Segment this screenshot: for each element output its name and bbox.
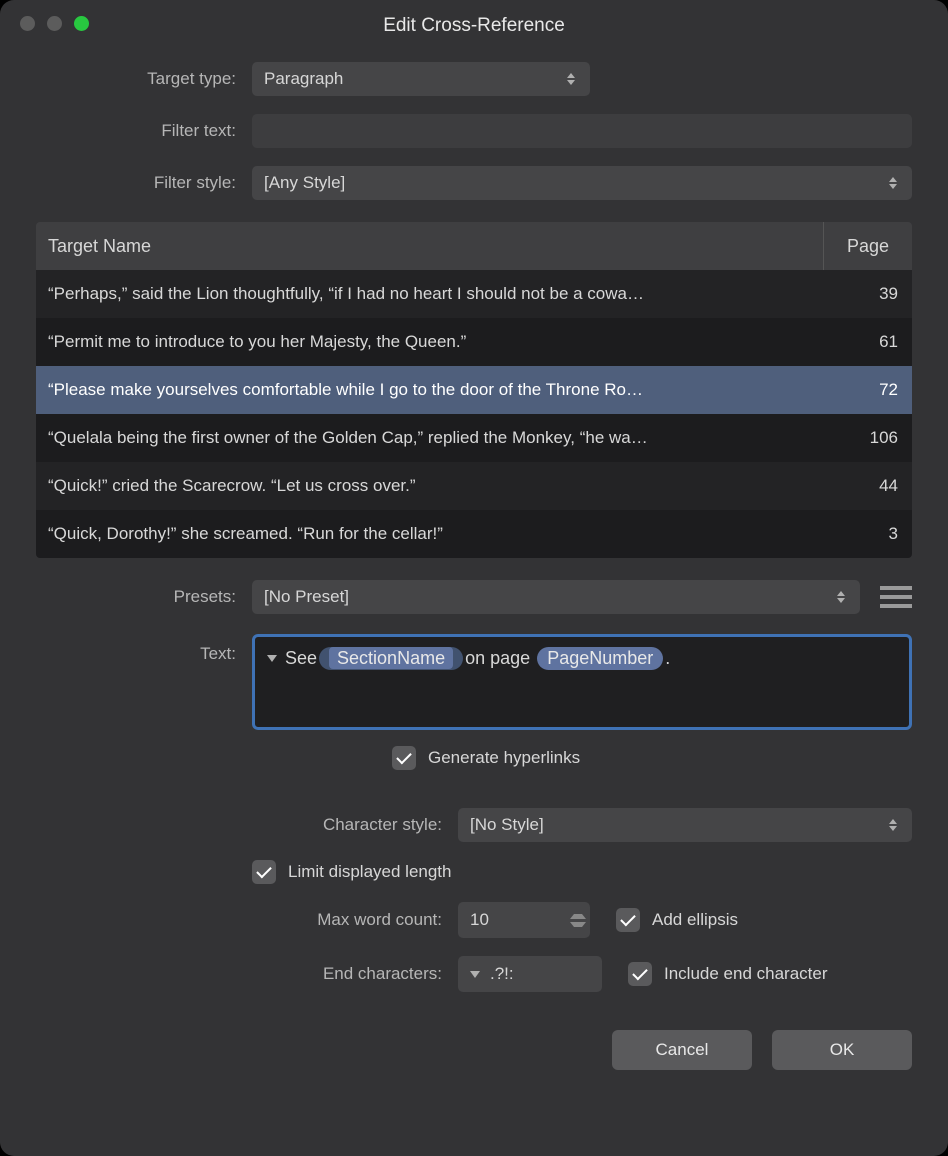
presets-menu-button[interactable] xyxy=(880,581,912,613)
text-template-content: SeeSectionNameon page PageNumber. xyxy=(285,647,670,670)
column-target-name[interactable]: Target Name xyxy=(36,236,823,257)
table-row[interactable]: “Perhaps,” said the Lion thoughtfully, “… xyxy=(36,270,912,318)
include-end-character-checkbox[interactable] xyxy=(628,962,652,986)
add-ellipsis-checkbox[interactable] xyxy=(616,908,640,932)
character-style-label: Character style: xyxy=(36,815,458,835)
table-header: Target Name Page xyxy=(36,222,912,270)
window-controls xyxy=(20,16,89,31)
max-word-count-value: 10 xyxy=(470,910,489,930)
target-type-value: Paragraph xyxy=(264,69,564,89)
zoom-window-icon[interactable] xyxy=(74,16,89,31)
chevron-down-icon[interactable] xyxy=(267,655,277,662)
page-number-token[interactable]: PageNumber xyxy=(537,647,663,670)
filter-style-value: [Any Style] xyxy=(264,173,886,193)
page-cell: 44 xyxy=(810,476,912,496)
character-style-select[interactable]: [No Style] xyxy=(458,808,912,842)
stepper-icon xyxy=(886,815,900,835)
target-name-cell: “Quelala being the first owner of the Go… xyxy=(36,428,810,448)
stepper-icon xyxy=(834,587,848,607)
page-cell: 72 xyxy=(810,380,912,400)
target-name-cell: “Quick!” cried the Scarecrow. “Let us cr… xyxy=(36,476,810,496)
limit-length-label: Limit displayed length xyxy=(288,862,451,882)
character-style-value: [No Style] xyxy=(470,815,886,835)
target-name-cell: “Quick, Dorothy!” she screamed. “Run for… xyxy=(36,524,810,544)
hamburger-icon xyxy=(880,586,912,590)
page-cell: 61 xyxy=(810,332,912,352)
table-row[interactable]: “Please make yourselves comfortable whil… xyxy=(36,366,912,414)
generate-hyperlinks-checkbox[interactable] xyxy=(392,746,416,770)
target-name-cell: “Permit me to introduce to you her Majes… xyxy=(36,332,810,352)
stepper-icon[interactable] xyxy=(570,902,586,938)
filter-text-label: Filter text: xyxy=(36,121,252,141)
cancel-button[interactable]: Cancel xyxy=(612,1030,752,1070)
page-cell: 39 xyxy=(810,284,912,304)
dialog-window: Edit Cross-Reference Target type: Paragr… xyxy=(0,0,948,1156)
window-title: Edit Cross-Reference xyxy=(0,15,948,37)
column-page[interactable]: Page xyxy=(823,222,912,270)
filter-style-label: Filter style: xyxy=(36,173,252,193)
presets-value: [No Preset] xyxy=(264,587,834,607)
text-label: Text: xyxy=(36,634,252,664)
stepper-icon xyxy=(564,69,578,89)
filter-style-select[interactable]: [Any Style] xyxy=(252,166,912,200)
include-end-character-label: Include end character xyxy=(664,964,828,984)
page-cell: 106 xyxy=(810,428,912,448)
target-name-cell: “Perhaps,” said the Lion thoughtfully, “… xyxy=(36,284,810,304)
target-type-label: Target type: xyxy=(36,69,252,89)
table-row[interactable]: “Permit me to introduce to you her Majes… xyxy=(36,318,912,366)
ok-button[interactable]: OK xyxy=(772,1030,912,1070)
add-ellipsis-label: Add ellipsis xyxy=(652,910,738,930)
end-characters-label: End characters: xyxy=(36,964,458,984)
end-characters-value: .?!: xyxy=(490,964,514,984)
generate-hyperlinks-label: Generate hyperlinks xyxy=(428,748,580,768)
targets-table: Target Name Page “Perhaps,” said the Lio… xyxy=(36,222,912,558)
filter-text-input[interactable] xyxy=(252,114,912,148)
presets-select[interactable]: [No Preset] xyxy=(252,580,860,614)
target-name-cell: “Please make yourselves comfortable whil… xyxy=(36,380,810,400)
chevron-down-icon xyxy=(470,971,480,978)
target-type-select[interactable]: Paragraph xyxy=(252,62,590,96)
text-template-input[interactable]: SeeSectionNameon page PageNumber. xyxy=(252,634,912,730)
page-cell: 3 xyxy=(810,524,912,544)
table-row[interactable]: “Quelala being the first owner of the Go… xyxy=(36,414,912,462)
presets-label: Presets: xyxy=(36,587,252,607)
stepper-icon xyxy=(886,173,900,193)
close-window-icon[interactable] xyxy=(20,16,35,31)
table-row[interactable]: “Quick!” cried the Scarecrow. “Let us cr… xyxy=(36,462,912,510)
max-word-count-label: Max word count: xyxy=(36,910,458,930)
end-characters-select[interactable]: .?!: xyxy=(458,956,602,992)
titlebar: Edit Cross-Reference xyxy=(0,0,948,46)
minimize-window-icon[interactable] xyxy=(47,16,62,31)
section-name-token[interactable]: SectionName xyxy=(319,647,463,670)
table-row[interactable]: “Quick, Dorothy!” she screamed. “Run for… xyxy=(36,510,912,558)
limit-length-checkbox[interactable] xyxy=(252,860,276,884)
max-word-count-input[interactable]: 10 xyxy=(458,902,590,938)
